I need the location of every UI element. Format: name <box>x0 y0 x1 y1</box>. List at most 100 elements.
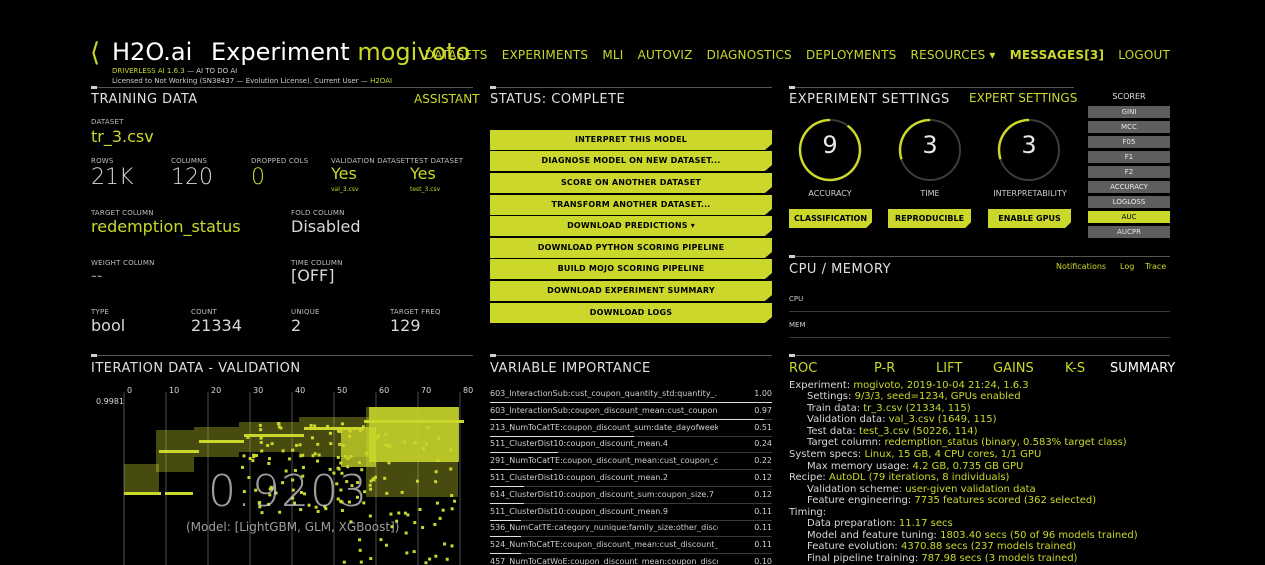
transform-dataset-button[interactable]: TRANSFORM ANOTHER DATASET... <box>490 195 772 215</box>
scorer-f2[interactable]: F2 <box>1088 166 1170 178</box>
interpretability-label: INTERPRETABILITY <box>993 189 1067 198</box>
variable-importance-row[interactable]: 603_InteractionSub:cust_coupon_quantity_… <box>490 386 772 403</box>
download-predictions-button[interactable]: DOWNLOAD PREDICTIONS ▾ <box>490 216 772 236</box>
variable-name: 614_ClusterDist10:coupon_discount_sum:co… <box>490 489 714 499</box>
variable-importance-value: 1.00 <box>754 389 772 398</box>
assistant-link[interactable]: ASSISTANT <box>414 92 480 106</box>
classification-button[interactable]: CLASSIFICATION <box>789 209 872 228</box>
variable-importance-row[interactable]: 524_NumToCatTE:coupon_discount_mean:cust… <box>490 537 772 555</box>
scorer-aucpr[interactable]: AUCPR <box>1088 226 1170 238</box>
summary-value: test_3.csv (50226, 114) <box>858 426 978 437</box>
accuracy-value: 9 <box>822 131 838 159</box>
iteration-point <box>434 470 438 474</box>
divider-tick <box>91 354 97 357</box>
iteration-point <box>428 557 432 561</box>
scorer-title: SCORER <box>1112 92 1146 101</box>
iteration-point <box>449 448 453 452</box>
divider <box>490 355 772 356</box>
nav-datasets[interactable]: DATASETS <box>425 48 488 62</box>
variable-importance-row[interactable]: 457_NumToCatWoE:coupon_discount_mean:cou… <box>490 554 772 565</box>
nav-logout[interactable]: LOGOUT <box>1118 48 1170 62</box>
download-summary-button[interactable]: DOWNLOAD EXPERIMENT SUMMARY <box>490 281 772 301</box>
variable-importance-value: 0.12 <box>754 473 772 482</box>
tab-ks[interactable]: K-S <box>1065 361 1085 376</box>
download-python-pipeline-button[interactable]: DOWNLOAD PYTHON SCORING PIPELINE <box>490 238 772 258</box>
time-dial[interactable]: 3 <box>897 117 963 183</box>
summary-value: 4.2 GB, 0.735 GB GPU <box>912 461 1024 472</box>
diagnose-model-button[interactable]: DIAGNOSE MODEL ON NEW DATASET... <box>490 151 772 171</box>
iteration-point <box>450 544 454 548</box>
iteration-point <box>384 543 388 547</box>
iteration-point <box>450 494 454 498</box>
tab-summary[interactable]: SUMMARY <box>1110 361 1175 376</box>
iteration-point <box>298 443 302 447</box>
validation-file: val_3.csv <box>331 186 359 193</box>
dropped-cols-value[interactable]: 0 <box>251 165 265 190</box>
dataset-name[interactable]: tr_3.csv <box>91 127 154 146</box>
nav-diagnostics[interactable]: DIAGNOSTICS <box>707 48 792 62</box>
iteration-point <box>413 521 417 525</box>
scorer-logloss[interactable]: LOGLOSS <box>1088 196 1170 208</box>
scorer-accuracy[interactable]: ACCURACY <box>1088 181 1170 193</box>
variable-importance-row[interactable]: 511_ClusterDist10:coupon_discount_mean.2… <box>490 470 772 487</box>
summary-key: Target column: <box>807 437 885 448</box>
variable-importance-row[interactable]: 614_ClusterDist10:coupon_discount_sum:co… <box>490 487 772 504</box>
tab-lift[interactable]: LIFT <box>936 361 962 376</box>
iteration-point <box>270 442 274 446</box>
nav-deployments[interactable]: DEPLOYMENTS <box>806 48 897 62</box>
iteration-point <box>358 548 362 552</box>
variable-importance-value: 0.10 <box>754 557 772 565</box>
divider <box>789 87 1074 88</box>
nav-mli[interactable]: MLI <box>602 48 623 62</box>
variable-importance-row[interactable]: 511_ClusterDist10:coupon_discount_mean.4… <box>490 436 772 454</box>
nav-messages[interactable]: MESSAGES[3] <box>1010 48 1104 62</box>
nav-autoviz[interactable]: AUTOVIZ <box>638 48 693 62</box>
build-mojo-pipeline-button[interactable]: BUILD MOJO SCORING PIPELINE <box>490 259 772 279</box>
iteration-point <box>453 499 457 503</box>
iteration-point <box>342 560 346 564</box>
iteration-point <box>260 449 264 453</box>
variable-importance-row[interactable]: 511_ClusterDist10:coupon_discount_mean.9… <box>490 504 772 521</box>
score-dataset-button[interactable]: SCORE ON ANOTHER DATASET <box>490 173 772 193</box>
iteration-point <box>337 429 341 433</box>
trace-link[interactable]: Trace <box>1145 262 1166 271</box>
reproducible-button[interactable]: REPRODUCIBLE <box>888 209 971 228</box>
iteration-point <box>258 423 262 427</box>
validation-dataset-value[interactable]: Yes <box>331 164 357 183</box>
log-link[interactable]: Log <box>1120 262 1134 271</box>
scorer-auc[interactable]: AUC <box>1088 211 1170 223</box>
tab-pr[interactable]: P-R <box>874 361 895 376</box>
iteration-point <box>277 425 281 429</box>
tab-gains[interactable]: GAINS <box>993 361 1034 376</box>
expert-settings-link[interactable]: EXPERT SETTINGS <box>969 91 1077 105</box>
iteration-score-step <box>165 492 193 495</box>
interpretability-dial[interactable]: 3 <box>996 117 1062 183</box>
variable-importance-row[interactable]: 536_NumCatTE:category_nunique:family_siz… <box>490 520 772 538</box>
summary-key: Max memory usage: <box>807 461 913 472</box>
summary-key: Timing: <box>789 507 827 518</box>
notifications-link[interactable]: Notifications <box>1056 262 1106 271</box>
iteration-point <box>291 448 295 452</box>
download-logs-button[interactable]: DOWNLOAD LOGS <box>490 303 772 323</box>
scorer-mcc[interactable]: MCC <box>1088 121 1170 133</box>
variable-importance-row[interactable]: 213_NumToCatTE:coupon_discount_sum:date_… <box>490 420 772 437</box>
divider-tick <box>91 86 97 89</box>
target-column-value[interactable]: redemption_status <box>91 217 241 236</box>
scorer-gini[interactable]: GINI <box>1088 106 1170 118</box>
scorer-f05[interactable]: F05 <box>1088 136 1170 148</box>
nav-resources[interactable]: RESOURCES ▾ <box>911 48 996 62</box>
interpret-model-button[interactable]: INTERPRET THIS MODEL <box>490 130 772 150</box>
variable-importance-row[interactable]: 603_InteractionSub:coupon_discount_mean:… <box>490 403 772 420</box>
nav-experiments[interactable]: EXPERIMENTS <box>502 48 589 62</box>
accuracy-dial[interactable]: 9 <box>797 117 863 183</box>
back-icon[interactable]: ⟨ <box>90 38 100 68</box>
tab-roc[interactable]: ROC <box>789 361 817 376</box>
test-dataset-value[interactable]: Yes <box>410 164 436 183</box>
scorer-f1[interactable]: F1 <box>1088 151 1170 163</box>
iteration-point <box>339 461 343 465</box>
variable-importance-row[interactable]: 291_NumToCatTE:coupon_discount_mean:cust… <box>490 453 772 471</box>
enable-gpus-button[interactable]: ENABLE GPUS <box>988 209 1071 228</box>
divider <box>91 87 473 88</box>
summary-value: AutoDL (79 iterations, 8 individuals) <box>828 472 1010 483</box>
tagline: — AI TO DO AI <box>184 67 238 75</box>
